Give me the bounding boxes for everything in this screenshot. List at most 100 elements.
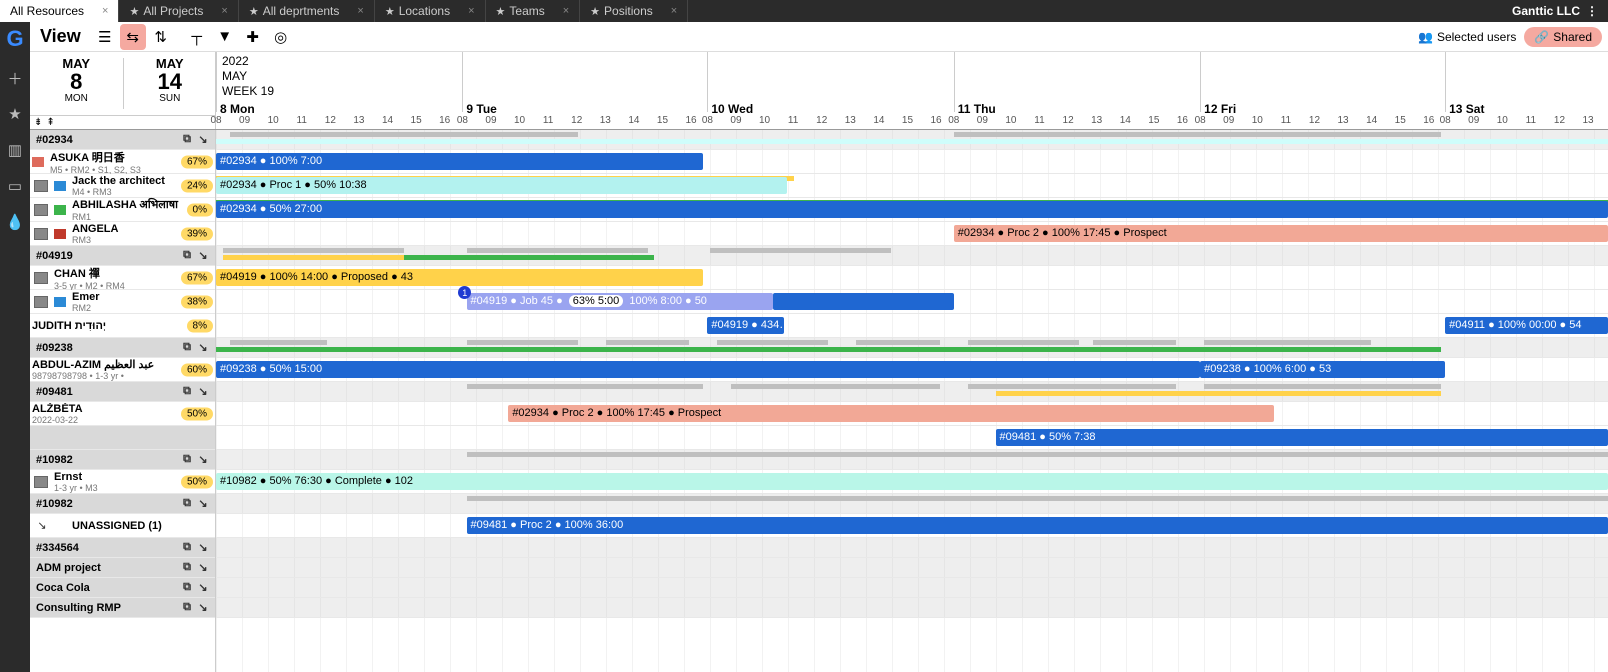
tab-locations[interactable]: ★ Locations × [375,0,486,22]
drop-icon[interactable]: 💧 [3,210,27,234]
chevron-down-icon[interactable]: ↘ [195,560,211,576]
chevron-down-icon[interactable]: ↘ [195,580,211,596]
extra-row[interactable] [30,426,215,450]
group-row[interactable]: #09481⧉↘ [30,382,215,402]
group-row[interactable]: #02934⧉↘ [30,130,215,150]
open-icon[interactable]: ⧉ [179,580,195,596]
chevron-down-icon[interactable]: ↘ [195,248,211,264]
timeline-row[interactable]: #02934 ● Proc 1 ● 50% 10:38 [216,174,1608,198]
task-bar[interactable] [954,132,1441,137]
timeline-row[interactable]: #10982 ● 50% 76:30 ● Complete ● 102 [216,470,1608,494]
chart-icon[interactable]: ▥ [3,138,27,162]
task-bar[interactable] [968,384,1177,389]
chevron-down-icon[interactable]: ↘ [195,340,211,356]
timeline-scale[interactable]: 2022 MAY WEEK 19 8 Mon9 Tue10 Wed11 Thu1… [216,52,1608,129]
task-bar[interactable] [230,132,578,137]
open-icon[interactable]: ⧉ [179,600,195,616]
task-bar[interactable]: #04911 ● 100% 00:00 ● 54 [1445,317,1608,334]
chevron-down-icon[interactable]: ↘ [34,518,50,534]
task-bar[interactable]: #10982 ● 50% 76:30 ● Complete ● 102 [216,473,1608,490]
timeline-row[interactable]: #09238 ● 50% 15:00#09238 ● 100% 6:00 ● 5… [216,358,1608,382]
task-bar[interactable] [467,340,578,345]
task-bar[interactable] [216,139,954,144]
close-icon[interactable]: × [468,5,474,17]
task-bar[interactable]: #04919 ● Job 45 ● 63% 5:00 100% 8:00 ● 5… [467,293,773,310]
app-logo[interactable]: G [2,26,28,52]
resource-row[interactable]: CHAN 禪3-5 yr • M2 • RM467% [30,266,215,290]
filter-icon[interactable]: ▼ [212,24,238,50]
group-row[interactable]: #09238⧉↘ [30,338,215,358]
task-bar[interactable] [467,384,704,389]
resource-row[interactable]: ANGELARM339% [30,222,215,246]
resource-row[interactable]: ASUKA 明日香M5 • RM2 • S1, S2, S367% [30,150,215,174]
timeline-row[interactable]: #04919 ● Job 45 ● 63% 5:00 100% 8:00 ● 5… [216,290,1608,314]
group-row[interactable]: #334564⧉↘ [30,538,215,558]
resource-row[interactable]: ABHILASHA अभिलाषाRM10% [30,198,215,222]
task-bar[interactable]: #02934 ● 100% 7:00 [216,153,703,170]
filter-col-icon[interactable]: ┬ [184,24,210,50]
org-name[interactable]: Ganttic LLC ⋮ [1502,0,1608,22]
open-icon[interactable]: ⧉ [179,132,195,148]
task-bar[interactable] [731,384,940,389]
unassigned-row[interactable]: ↘UNASSIGNED (1) [30,514,215,538]
chevron-down-icon[interactable]: ↘ [195,600,211,616]
kebab-icon[interactable]: ⋮ [1586,4,1598,18]
group-row[interactable]: Coca Cola⧉↘ [30,578,215,598]
star-icon[interactable]: ★ [3,102,27,126]
task-bar[interactable] [216,347,1441,352]
chevron-down-icon[interactable]: ↘ [195,384,211,400]
timeline-row[interactable] [216,338,1608,358]
task-bar[interactable] [710,248,891,253]
chevron-down-icon[interactable]: ↘ [195,452,211,468]
add-icon[interactable]: ＋ [3,66,27,90]
focus-icon[interactable]: ◎ [268,24,294,50]
task-bar[interactable]: #09481 ● Proc 2 ● 100% 36:00 [467,517,1608,534]
collapse-up-icon[interactable]: ⇞ [46,117,54,128]
task-bar[interactable] [1204,384,1441,389]
task-bar[interactable] [467,496,1608,501]
close-icon[interactable]: × [221,5,227,17]
timeline-row[interactable]: #02934 ● 50% 27:00 [216,198,1608,222]
timeline-row[interactable]: #02934 ● Proc 2 ● 100% 17:45 ● Prospect [216,402,1608,426]
hierarchy-icon[interactable]: ⇆ [120,24,146,50]
resource-row[interactable]: EmerRM238% [30,290,215,314]
chevron-down-icon[interactable]: ↘ [195,132,211,148]
task-bar[interactable] [968,340,1079,345]
task-bar[interactable] [954,139,1608,144]
calendar-add-icon[interactable]: ✚ [240,24,266,50]
open-icon[interactable]: ⧉ [179,340,195,356]
timeline-row[interactable] [216,598,1608,618]
task-bar[interactable]: #02934 ● 50% 27:00 [216,201,1608,218]
menu-icon[interactable]: ☰ [92,24,118,50]
timeline-row[interactable]: #04919 ● 434… #04911 ● 100% 00:00 ● 54 [216,314,1608,338]
open-icon[interactable]: ⧉ [179,540,195,556]
archive-icon[interactable]: ▭ [3,174,27,198]
date-end[interactable]: MAY 14 SUN [124,52,217,115]
timeline-row[interactable] [216,130,1608,150]
task-bar[interactable]: #04919 ● 434… [707,317,784,334]
open-icon[interactable]: ⧉ [179,248,195,264]
tab-all-projects[interactable]: ★ All Projects × [119,0,238,22]
timeline-row[interactable] [216,494,1608,514]
tab-teams[interactable]: ★ Teams × [486,0,581,22]
task-bar[interactable]: #09238 ● 100% 6:00 ● 53 [1200,361,1445,378]
task-bar[interactable]: #02934 ● Proc 1 ● 50% 10:38 [216,177,787,194]
chevron-down-icon[interactable]: ↘ [195,496,211,512]
timeline-row[interactable]: #04919 ● 100% 14:00 ● Proposed ● 43 [216,266,1608,290]
resource-row[interactable]: ALŽBĚTA2022-03-2250% [30,402,215,426]
task-bar[interactable] [230,340,327,345]
tab-positions[interactable]: ★ Positions × [580,0,688,22]
group-row[interactable]: #10982⧉↘ [30,494,215,514]
group-row[interactable]: Consulting RMP⧉↘ [30,598,215,618]
timeline-grid[interactable]: #02934 ● 100% 7:00 #02934 ● Proc 1 ● 50% … [216,130,1608,672]
shared-button[interactable]: 🔗 Shared [1524,27,1602,47]
open-icon[interactable]: ⧉ [179,560,195,576]
task-bar[interactable]: #04919 ● 100% 14:00 ● Proposed ● 43 [216,269,703,286]
close-icon[interactable]: × [563,5,569,17]
group-row[interactable]: #10982⧉↘ [30,450,215,470]
task-bar[interactable] [856,340,940,345]
timeline-row[interactable] [216,578,1608,598]
timeline-row[interactable] [216,558,1608,578]
timeline-row[interactable]: #09481 ● Proc 2 ● 100% 36:00 [216,514,1608,538]
group-row[interactable]: ADM project⧉↘ [30,558,215,578]
